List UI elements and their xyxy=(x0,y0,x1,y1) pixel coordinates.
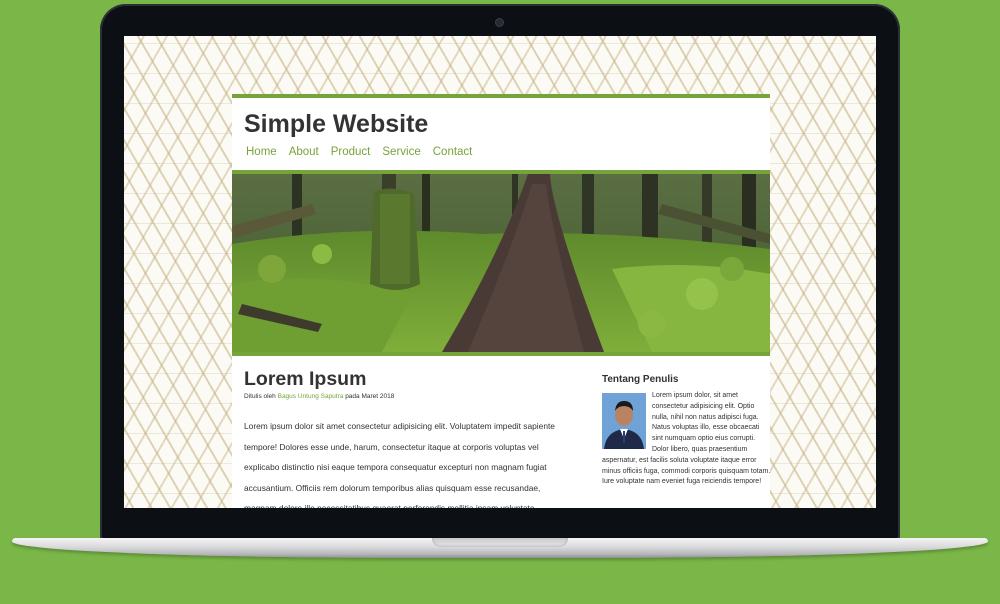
forest-path-image xyxy=(232,174,770,352)
nav-home[interactable]: Home xyxy=(246,146,277,158)
author-box: Lorem ipsum dolor, sit amet consectetur … xyxy=(602,391,772,488)
website-container: Simple Website Home About Product Servic… xyxy=(232,94,770,508)
laptop-base xyxy=(12,538,988,558)
author-photo xyxy=(602,393,646,449)
nav-contact[interactable]: Contact xyxy=(433,146,473,158)
nav-about[interactable]: About xyxy=(289,146,319,158)
laptop-hinge-notch xyxy=(432,538,568,547)
camera-icon xyxy=(496,19,503,26)
main-nav: Home About Product Service Contact xyxy=(246,146,472,158)
article: Lorem Ipsum Ditulis oleh Bagus Untung Sa… xyxy=(244,368,574,508)
byline-prefix: Ditulis oleh xyxy=(244,393,278,400)
sidebar: Tentang Penulis Lorem ipsum dolor, sit a… xyxy=(602,374,772,488)
article-title: Lorem Ipsum xyxy=(244,368,367,390)
hero-image xyxy=(232,174,770,356)
article-byline: Ditulis oleh Bagus Untung Saputra pada M… xyxy=(244,393,574,400)
site-title: Simple Website xyxy=(244,110,429,138)
author-avatar xyxy=(602,393,646,449)
site-header: Simple Website Home About Product Servic… xyxy=(232,98,770,174)
byline-suffix: pada Maret 2018 xyxy=(343,393,395,400)
author-link[interactable]: Bagus Untung Saputra xyxy=(278,393,344,400)
nav-product[interactable]: Product xyxy=(331,146,371,158)
nav-service[interactable]: Service xyxy=(382,146,420,158)
sidebar-heading: Tentang Penulis xyxy=(602,374,679,385)
laptop-screen: Simple Website Home About Product Servic… xyxy=(124,36,876,508)
article-body: Lorem ipsum dolor sit amet consectetur a… xyxy=(244,421,555,508)
